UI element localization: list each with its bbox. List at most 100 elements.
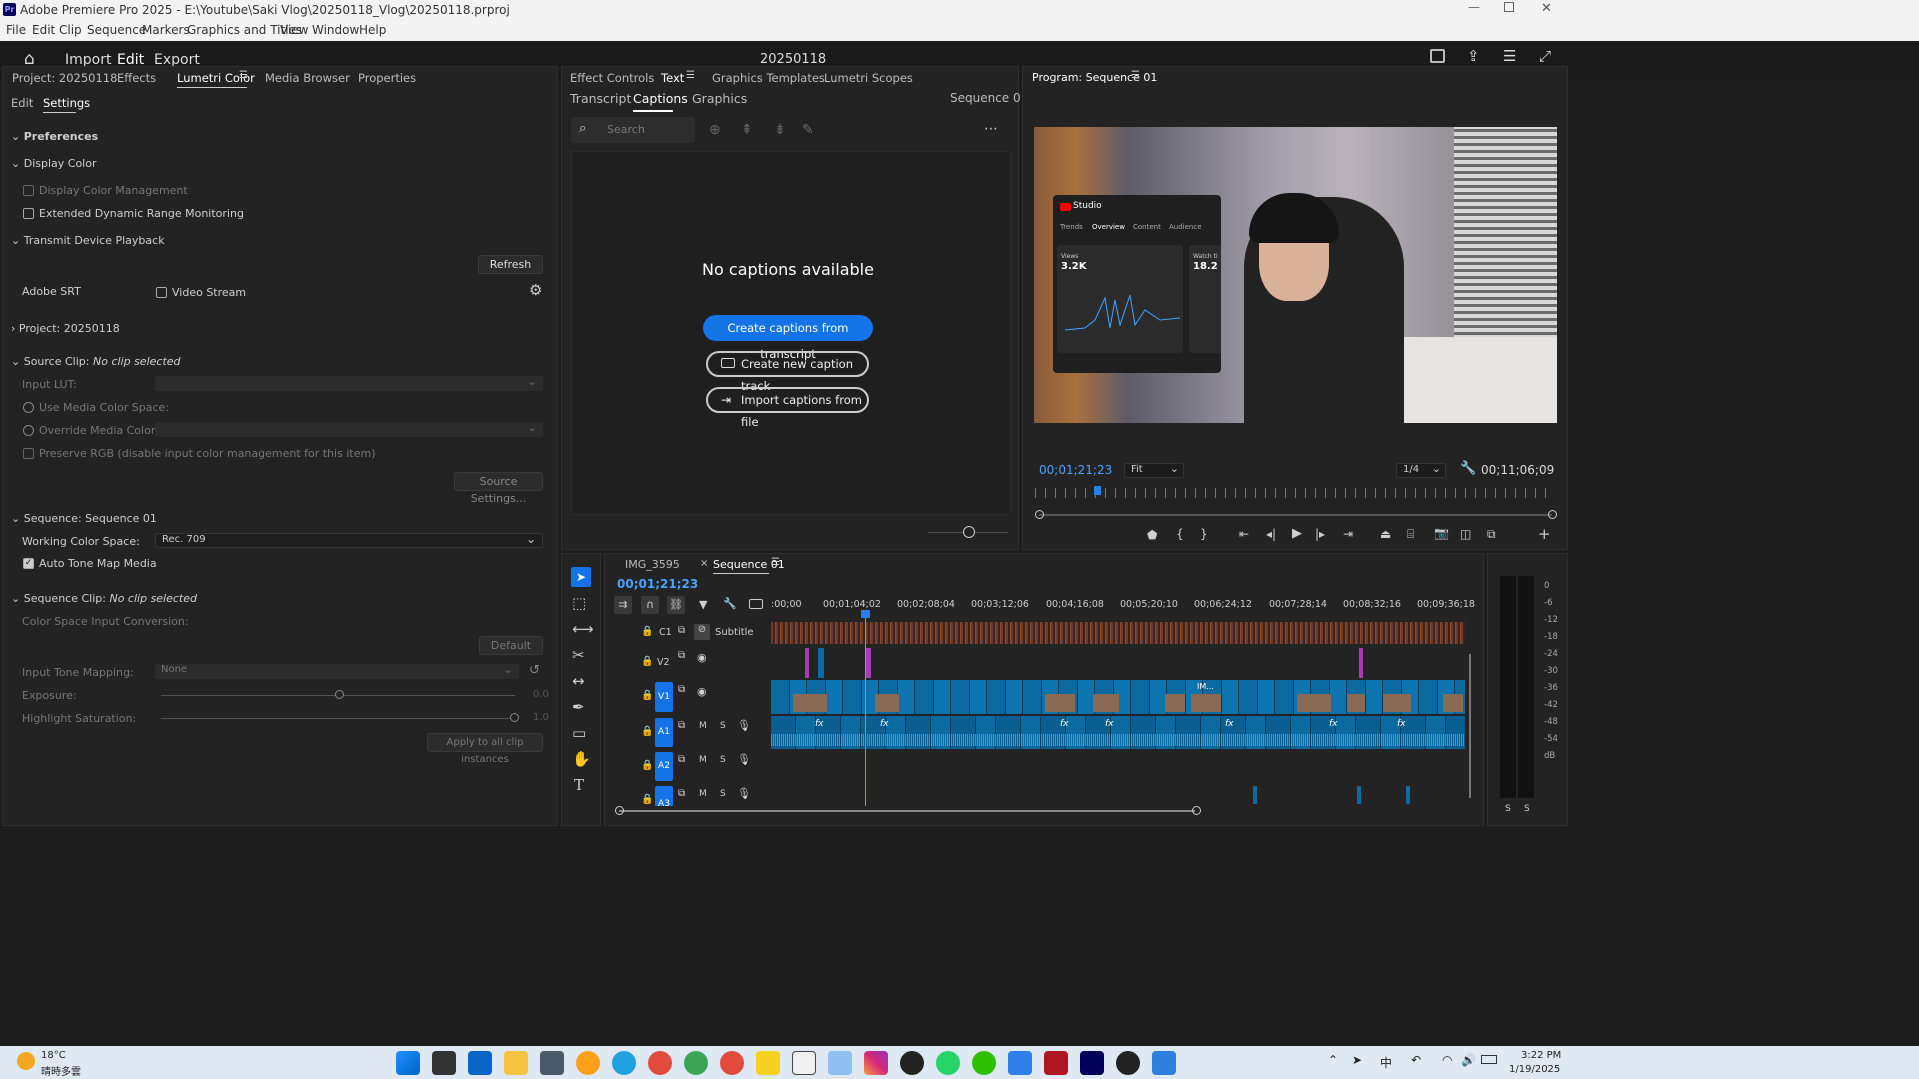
share-icon[interactable]: ⇪: [1467, 47, 1480, 65]
close-button[interactable]: ✕: [1541, 1, 1552, 16]
lift-icon[interactable]: ⏏: [1380, 527, 1391, 541]
pencil-icon[interactable]: ✎: [802, 122, 814, 138]
working-space-dropdown[interactable]: Rec. 709 ⌄: [155, 532, 543, 548]
track-name-a3[interactable]: A3: [655, 786, 673, 806]
slip-icon[interactable]: ↔: [572, 672, 585, 690]
sync-lock-icon[interactable]: ⧉: [678, 788, 685, 799]
ime-indicator[interactable]: 中: [1380, 1054, 1392, 1071]
chevron-up-icon[interactable]: ⌃: [1328, 1053, 1338, 1067]
tab-lumetri-scopes[interactable]: Lumetri Scopes: [824, 71, 913, 85]
mute-button[interactable]: M: [699, 789, 707, 799]
lock-icon[interactable]: 🔒: [641, 794, 653, 805]
eye-slash-icon[interactable]: ⊘: [694, 624, 710, 640]
chrome-icon-3[interactable]: [720, 1051, 744, 1075]
menu-help[interactable]: Help: [359, 23, 386, 37]
menu-edit[interactable]: Edit: [32, 23, 55, 37]
task-view-icon[interactable]: [432, 1051, 456, 1075]
override-media-radio[interactable]: [23, 425, 34, 436]
quality-dropdown[interactable]: 1/4 ⌄: [1396, 462, 1446, 478]
tab-project[interactable]: Project: 20250118: [12, 71, 117, 85]
preserve-rgb-checkbox[interactable]: [23, 448, 34, 459]
chrome-icon[interactable]: [648, 1051, 672, 1075]
add-caption-icon[interactable]: ⊕: [709, 122, 721, 138]
go-to-out-icon[interactable]: ⇥: [1343, 527, 1353, 541]
chatgpt-icon[interactable]: [900, 1051, 924, 1075]
calculator-icon[interactable]: [540, 1051, 564, 1075]
menu-sequence[interactable]: Sequence: [87, 23, 146, 37]
ripple-edit-icon[interactable]: ⟷: [572, 620, 594, 638]
type-tool-icon[interactable]: T: [574, 776, 584, 794]
browser-orange-icon[interactable]: [576, 1051, 600, 1075]
solo-button[interactable]: S: [720, 721, 726, 731]
sync-lock-icon[interactable]: ⧉: [678, 684, 685, 695]
scroll-start-handle[interactable]: [615, 806, 624, 815]
edr-checkbox[interactable]: [23, 208, 34, 219]
tab-menu-icon[interactable]: ☰: [239, 70, 248, 81]
comparison-view-icon[interactable]: ◫: [1460, 527, 1471, 541]
auto-tone-checkbox[interactable]: ✓: [23, 558, 34, 569]
notepad-icon[interactable]: [1152, 1051, 1176, 1075]
subtab-settings[interactable]: Settings: [43, 96, 90, 110]
clock-app-icon[interactable]: [792, 1051, 816, 1075]
file-explorer-icon[interactable]: [504, 1051, 528, 1075]
toolbar-insert-icon[interactable]: ⇉: [614, 596, 632, 614]
input-tone-dropdown[interactable]: None ⌄: [155, 663, 519, 679]
playhead-marker[interactable]: [861, 610, 870, 618]
default-button[interactable]: Default: [479, 636, 543, 655]
instagram-icon[interactable]: [864, 1051, 888, 1075]
lock-icon[interactable]: 🔒: [641, 690, 653, 701]
subtab-edit[interactable]: Edit: [11, 96, 33, 110]
menu-window[interactable]: Window: [312, 23, 359, 37]
tab-menu-icon[interactable]: ☰: [1131, 70, 1140, 81]
playhead-timecode[interactable]: 00;01;21;23: [1039, 463, 1112, 477]
section-transmit[interactable]: ⌄ Transmit Device Playback: [11, 234, 165, 247]
source-settings-button[interactable]: Source Settings...: [454, 472, 543, 505]
rectangle-icon[interactable]: ▭: [572, 724, 586, 742]
add-button-icon[interactable]: +: [1538, 525, 1551, 543]
solo-left-button[interactable]: S: [1505, 804, 1511, 814]
solo-button[interactable]: S: [720, 789, 726, 799]
outlook-icon[interactable]: [468, 1051, 492, 1075]
tab-menu-icon[interactable]: ☰: [771, 557, 780, 568]
zoom-bar[interactable]: [1039, 514, 1552, 516]
export-frame-icon[interactable]: ⧉: [1487, 527, 1496, 542]
override-media-dropdown[interactable]: ⌄: [155, 421, 543, 437]
snipping-tool-icon[interactable]: [828, 1051, 852, 1075]
extract-icon[interactable]: ⌸: [1407, 527, 1414, 542]
workspaces-menu-icon[interactable]: ☰: [1503, 47, 1516, 65]
menu-clip[interactable]: Clip: [59, 23, 82, 37]
v2-clip[interactable]: [1359, 648, 1363, 678]
zoom-bar-start-handle[interactable]: [1035, 510, 1044, 519]
eye-icon[interactable]: ◉: [697, 685, 707, 698]
sticky-notes-icon[interactable]: [756, 1051, 780, 1075]
section-preferences[interactable]: ⌄ Preferences: [11, 130, 98, 143]
snap-icon[interactable]: ∩: [641, 596, 659, 614]
reset-icon[interactable]: ↺: [529, 663, 540, 678]
timeline-scrollbar[interactable]: [619, 810, 1195, 812]
step-back-icon[interactable]: ◂|: [1266, 527, 1276, 541]
sync-lock-icon[interactable]: ⧉: [678, 720, 685, 731]
wifi-icon[interactable]: ◠: [1442, 1053, 1452, 1067]
timeline-timecode[interactable]: 00;01;21;23: [617, 577, 698, 591]
video-frame[interactable]: Studio Trends Overview Content Audience …: [1034, 127, 1557, 423]
windows-start-icon[interactable]: [396, 1051, 420, 1075]
subtitle-track[interactable]: [771, 622, 1465, 644]
track-name-a2[interactable]: A2: [655, 752, 673, 781]
sync-lock-icon[interactable]: ⧉: [678, 650, 685, 661]
track-toggle-icon[interactable]: ⧉: [678, 625, 685, 636]
tab-graphics-templates[interactable]: Graphics Templates: [712, 71, 825, 85]
merge-caption-icon[interactable]: ⇟: [774, 122, 786, 138]
zoom-slider-handle[interactable]: [963, 526, 975, 538]
lock-icon[interactable]: 🔒: [641, 760, 653, 771]
linked-selection-icon[interactable]: ⛓: [667, 596, 685, 614]
menu-markers[interactable]: Markers: [142, 23, 190, 37]
wrench-icon[interactable]: 🔧: [723, 597, 737, 610]
section-source-clip[interactable]: ⌄ Source Clip: No clip selected: [11, 355, 181, 368]
a3-clip[interactable]: [1253, 786, 1257, 804]
step-forward-icon[interactable]: |▸: [1315, 527, 1325, 541]
hand-icon[interactable]: ✋: [572, 750, 591, 768]
apply-all-button[interactable]: Apply to all clip instances: [427, 733, 543, 765]
scroll-end-handle[interactable]: [1192, 806, 1201, 815]
exposure-value[interactable]: 0.0: [533, 689, 549, 700]
gear-icon[interactable]: ⚙: [529, 281, 542, 299]
